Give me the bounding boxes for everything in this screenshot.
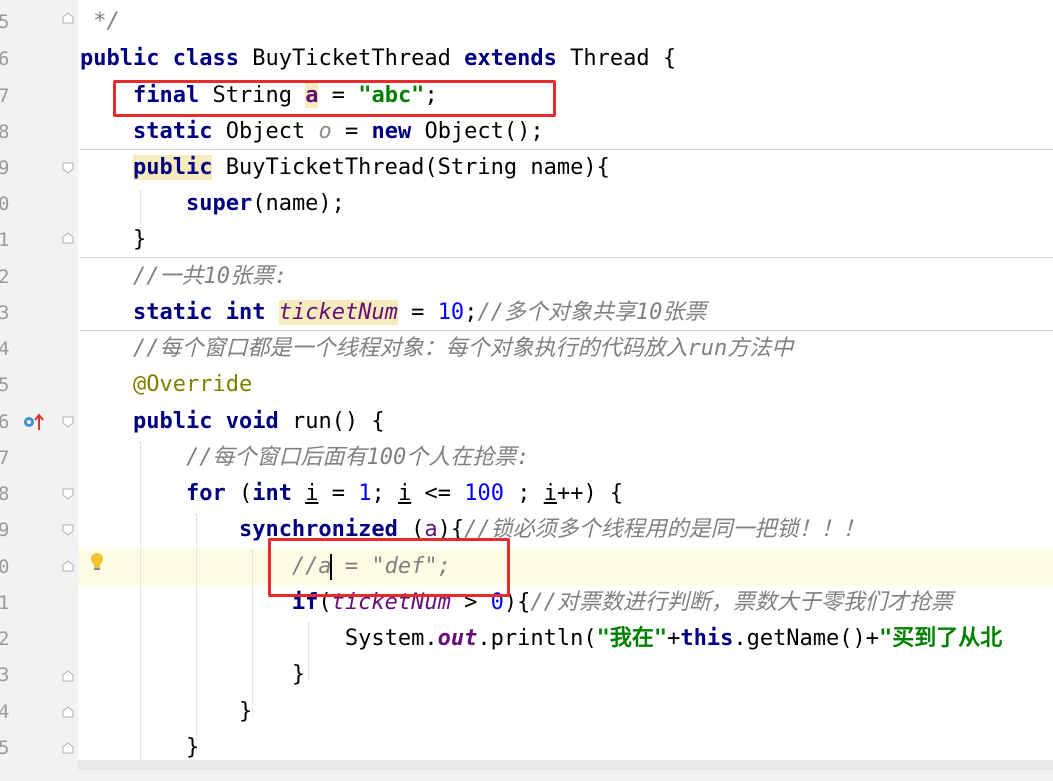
code-line[interactable]: }: [80, 694, 1053, 730]
code-line[interactable]: static Object o = new Object();: [80, 114, 1053, 150]
fold-marker-icon[interactable]: [62, 670, 74, 682]
code-line[interactable]: public class BuyTicketThread extends Thr…: [80, 41, 1053, 77]
line-number: 1: [0, 592, 10, 614]
line-number: 5: [0, 737, 10, 759]
fold-marker-icon[interactable]: [62, 416, 74, 428]
code-line[interactable]: */: [80, 4, 1053, 40]
line-number: 6: [0, 411, 10, 433]
line-number: 0: [0, 193, 10, 215]
line-number: 2: [0, 628, 10, 650]
line-number: 9: [0, 157, 10, 179]
code-line[interactable]: }: [80, 222, 1053, 258]
horizontal-scrollbar[interactable]: [78, 760, 1053, 770]
highlight-box-commented-assignment: [268, 538, 510, 597]
line-number: 6: [0, 48, 10, 70]
line-number: 7: [0, 85, 10, 107]
line-number: 4: [0, 701, 10, 723]
line-number: 1: [0, 229, 10, 251]
code-line[interactable]: //a = "def";: [80, 549, 1053, 585]
code-line[interactable]: @Override: [80, 367, 1053, 403]
code-line[interactable]: //每个窗口都是一个线程对象：每个对象执行的代码放入run方法中: [80, 331, 1053, 367]
fold-marker-icon[interactable]: [62, 12, 74, 24]
code-line[interactable]: public BuyTicketThread(String name){: [80, 150, 1053, 186]
fold-marker-icon[interactable]: [62, 524, 74, 536]
code-line[interactable]: for (int i = 1; i <= 100 ; i++) {: [80, 476, 1053, 512]
code-line[interactable]: if(ticketNum > 0){//对票数进行判断，票数大于零我们才抢票: [80, 585, 1053, 621]
fold-marker-icon[interactable]: [62, 560, 74, 572]
code-line[interactable]: //一共10张票:: [80, 259, 1053, 295]
line-number: 3: [0, 664, 10, 686]
highlight-box-final-field: [113, 80, 556, 117]
line-number: 9: [0, 519, 10, 541]
code-line[interactable]: static int ticketNum = 10;//多个对象共享10张票: [80, 295, 1053, 331]
code-line[interactable]: public void run() {: [80, 404, 1053, 440]
line-number: 8: [0, 483, 10, 505]
code-line[interactable]: //每个窗口后面有100个人在抢票:: [80, 440, 1053, 476]
fold-marker-icon[interactable]: [62, 232, 74, 244]
line-number: 5: [0, 374, 10, 396]
fold-marker-icon[interactable]: [62, 706, 74, 718]
line-number-gutter[interactable]: 5 6 7 8 9 0 1 2 3 4 5 6 7 8 9 0 1 2 3 4 …: [0, 0, 103, 781]
code-line[interactable]: super(name);: [80, 186, 1053, 222]
line-number: 0: [0, 556, 10, 578]
override-arrow-icon[interactable]: [22, 412, 46, 432]
line-number: 8: [0, 121, 10, 143]
code-line[interactable]: System.out.println("我在"+this.getName()+"…: [80, 621, 1053, 657]
line-number: 3: [0, 302, 10, 324]
line-number: 5: [0, 11, 10, 33]
fold-marker-icon[interactable]: [62, 742, 74, 754]
line-number: 7: [0, 447, 10, 469]
editor-bottom-bar: [0, 770, 1053, 781]
line-number: 2: [0, 266, 10, 288]
fold-marker-icon[interactable]: [62, 488, 74, 500]
code-line[interactable]: }: [80, 657, 1053, 693]
line-number: 4: [0, 338, 10, 360]
code-editor[interactable]: 5 6 7 8 9 0 1 2 3 4 5 6 7 8 9 0 1 2 3 4 …: [0, 0, 1053, 781]
fold-marker-icon[interactable]: [62, 162, 74, 174]
code-line[interactable]: synchronized (a){//锁必须多个线程用的是同一把锁！！！: [80, 512, 1053, 548]
